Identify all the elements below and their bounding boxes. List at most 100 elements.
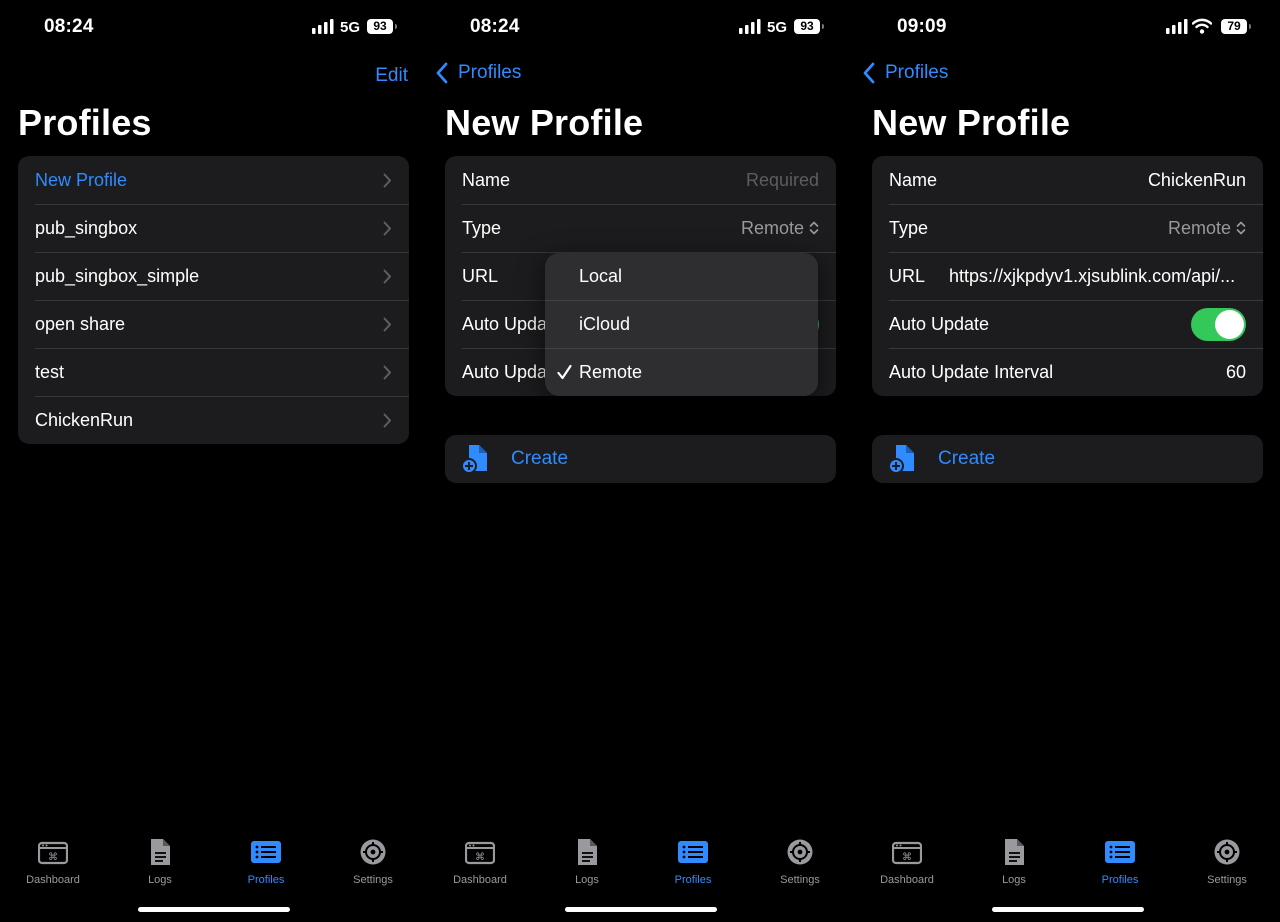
profile-form: Name ChickenRun Type Remote URL https://… [872,156,1263,396]
url-label: URL [889,265,926,286]
document-icon [578,839,597,865]
home-indicator [565,907,717,912]
tab-settings[interactable]: Settings [320,835,426,886]
tab-logs[interactable]: Logs [107,835,213,886]
menu-item-label: Local [579,266,623,286]
status-time: 08:24 [44,16,94,37]
gear-icon [1214,839,1240,865]
gear-icon [787,839,813,865]
battery-indicator: 93 [794,19,824,34]
create-button[interactable]: Create [872,435,1263,483]
new-profile-screen-filled: 09:09 79 Profiles New Profile Name Chick… [854,0,1280,922]
back-button[interactable]: Profiles [862,62,948,84]
create-button[interactable]: Create [445,435,836,483]
menu-item-icloud[interactable]: iCloud [545,300,818,348]
name-field[interactable]: ChickenRun [1148,170,1246,191]
profile-row[interactable]: pub_singbox_simple [18,252,409,300]
tab-logs[interactable]: Logs [961,835,1067,886]
chevron-right-icon [383,317,391,331]
document-add-icon [461,445,487,474]
chevron-right-icon [383,221,391,235]
profile-name: New Profile [35,169,128,190]
menu-item-remote[interactable]: Remote [545,348,818,396]
url-label: URL [462,265,499,286]
profile-name: open share [35,313,126,334]
status-time: 08:24 [470,16,520,37]
status-time: 09:09 [897,16,947,37]
auto-update-row[interactable]: Auto Update [872,300,1263,348]
tab-label: Profiles [247,874,285,886]
back-button[interactable]: Profiles [435,62,521,84]
profile-row-new[interactable]: New Profile [18,156,409,204]
name-label: Name [889,169,938,190]
name-row[interactable]: Name ChickenRun [872,156,1263,204]
interval-label: Auto Upda [462,361,548,382]
type-value: Remote [740,217,804,238]
auto-update-label: Auto Upda [462,313,548,334]
interval-label: Auto Update Interval [889,361,1054,382]
document-icon [151,839,170,865]
tab-label: Settings [353,874,393,886]
auto-update-label: Auto Update [889,313,990,334]
tab-dashboard[interactable]: ⌘ Dashboard [854,835,960,886]
tab-label: Logs [575,874,599,886]
type-picker[interactable]: Remote [1168,218,1246,239]
svg-text:⌘: ⌘ [902,852,912,863]
tab-bar: ⌘ Dashboard Logs Profiles Settings [0,835,426,895]
chevron-up-down-icon [809,221,819,234]
name-field[interactable]: Required [746,170,819,191]
tab-label: Dashboard [880,874,934,886]
profile-row[interactable]: ChickenRun [18,396,409,444]
toggle-knob [1215,309,1244,339]
type-menu: Local iCloud Remote [545,253,818,396]
tab-label: Logs [1002,874,1026,886]
chevron-right-icon [383,173,391,187]
dashboard-icon: ⌘ [465,841,495,865]
page-title: Profiles [18,102,152,143]
edit-button[interactable]: Edit [375,65,408,87]
cellular-signal-icon [312,19,334,34]
tab-label: Settings [780,874,820,886]
profile-name: test [35,361,65,382]
tab-profiles[interactable]: Profiles [640,835,746,886]
name-row[interactable]: Name Required [445,156,836,204]
type-row[interactable]: Type Remote [872,204,1263,252]
document-icon [1005,839,1024,865]
profile-row[interactable]: open share [18,300,409,348]
battery-indicator: 93 [367,19,397,34]
url-row[interactable]: URL https://xjkpdyv1.xjsublink.com/api/.… [872,252,1263,300]
home-indicator [992,907,1144,912]
tab-settings[interactable]: Settings [1174,835,1280,886]
menu-item-label: Remote [579,362,643,382]
tab-profiles[interactable]: Profiles [213,835,319,886]
home-indicator [138,907,290,912]
type-picker[interactable]: Remote [741,218,819,239]
name-label: Name [462,169,511,190]
profiles-screen: 08:24 5G 93 Edit Profiles New Profile pu… [0,0,426,922]
status-bar: 08:24 5G 93 [427,0,853,56]
battery-indicator: 79 [1221,19,1251,34]
tab-bar: ⌘ Dashboard Logs Profiles Settings [854,835,1280,895]
tab-dashboard[interactable]: ⌘ Dashboard [427,835,533,886]
list-icon [251,841,281,863]
profile-row[interactable]: test [18,348,409,396]
interval-row[interactable]: Auto Update Interval 60 [872,348,1263,396]
interval-field[interactable]: 60 [1226,362,1246,383]
type-row[interactable]: Type Remote [445,204,836,252]
network-type: 5G [340,19,361,36]
url-field[interactable]: https://xjkpdyv1.xjsublink.com/api/... [949,266,1235,287]
back-label: Profiles [885,62,949,83]
profile-row[interactable]: pub_singbox [18,204,409,252]
tab-logs[interactable]: Logs [534,835,640,886]
wifi-icon [1192,18,1212,34]
profile-name: pub_singbox [35,217,138,238]
auto-update-toggle[interactable] [1191,307,1246,341]
tab-label: Profiles [674,874,712,886]
tab-dashboard[interactable]: ⌘ Dashboard [0,835,106,886]
tab-label: Dashboard [453,874,507,886]
tab-profiles[interactable]: Profiles [1067,835,1173,886]
type-label: Type [889,217,929,238]
menu-item-local[interactable]: Local [545,253,818,300]
status-bar: 08:24 5G 93 [0,0,426,56]
tab-settings[interactable]: Settings [747,835,853,886]
